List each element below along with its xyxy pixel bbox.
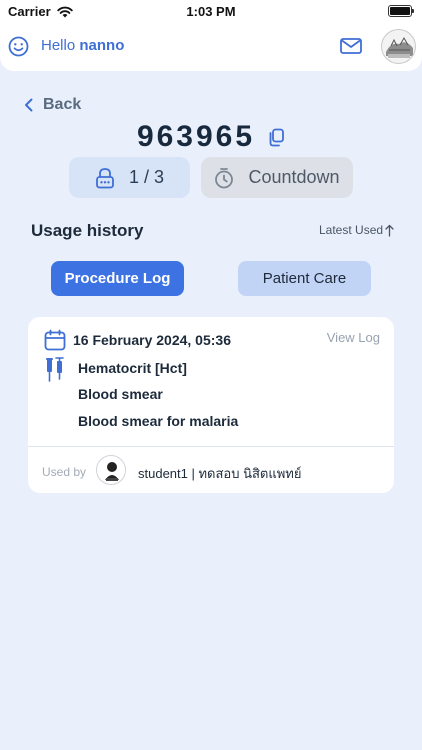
calendar-icon (44, 329, 66, 351)
avatar-image-icon (386, 36, 413, 58)
tab-patient-care[interactable]: Patient Care (238, 261, 371, 296)
usage-log-card: 16 February 2024, 05:36 View Log Hematoc… (28, 317, 394, 493)
app-header: Hello nanno (0, 22, 422, 71)
battery-icon (388, 5, 414, 17)
sort-latest-used[interactable]: Latest Used (319, 223, 394, 237)
status-time: 1:03 PM (186, 4, 236, 19)
chevron-left-icon (25, 98, 33, 112)
code-row: 963965 (0, 120, 422, 154)
arrow-up-icon (385, 224, 394, 237)
sort-label: Latest Used (319, 223, 384, 237)
lock-icon (96, 167, 114, 188)
smile-icon[interactable] (8, 36, 29, 57)
countdown-label: Countdown (248, 167, 340, 187)
syringe-icon (46, 357, 64, 382)
view-log-link[interactable]: View Log (327, 330, 380, 345)
tab-procedure-log[interactable]: Procedure Log (51, 261, 184, 296)
user-avatar-image-icon (105, 462, 119, 481)
user-identity: student1 | ทดสอบ นิสิตแพทย์ (138, 466, 302, 481)
procedure-item: Blood smear (78, 386, 163, 402)
mail-icon[interactable] (340, 38, 362, 54)
access-code: 963965 (136, 120, 256, 153)
back-button[interactable]: Back (24, 96, 81, 114)
greeting: Hello nanno (41, 37, 124, 54)
card-divider (28, 446, 394, 447)
countdown-pill[interactable]: Countdown (201, 157, 353, 198)
procedure-item: Blood smear for malaria (78, 413, 239, 429)
back-label: Back (43, 96, 82, 113)
greeting-label: Hello (41, 37, 76, 54)
usage-history-title: Usage history (31, 221, 144, 240)
user-avatar (96, 455, 126, 485)
procedure-item: Hematocrit [Hct] (78, 360, 187, 376)
timer-icon (215, 167, 234, 188)
log-date: 16 February 2024, 05:36 (73, 332, 231, 348)
profile-avatar[interactable] (381, 29, 416, 64)
user-name: nanno (79, 37, 125, 54)
usage-count-pill: 1 / 3 (69, 157, 190, 198)
status-bar: Carrier 1:03 PM (0, 0, 422, 22)
used-by-label: Used by (42, 465, 87, 479)
usage-count: 1 / 3 (128, 167, 165, 187)
copy-icon[interactable] (267, 128, 285, 147)
